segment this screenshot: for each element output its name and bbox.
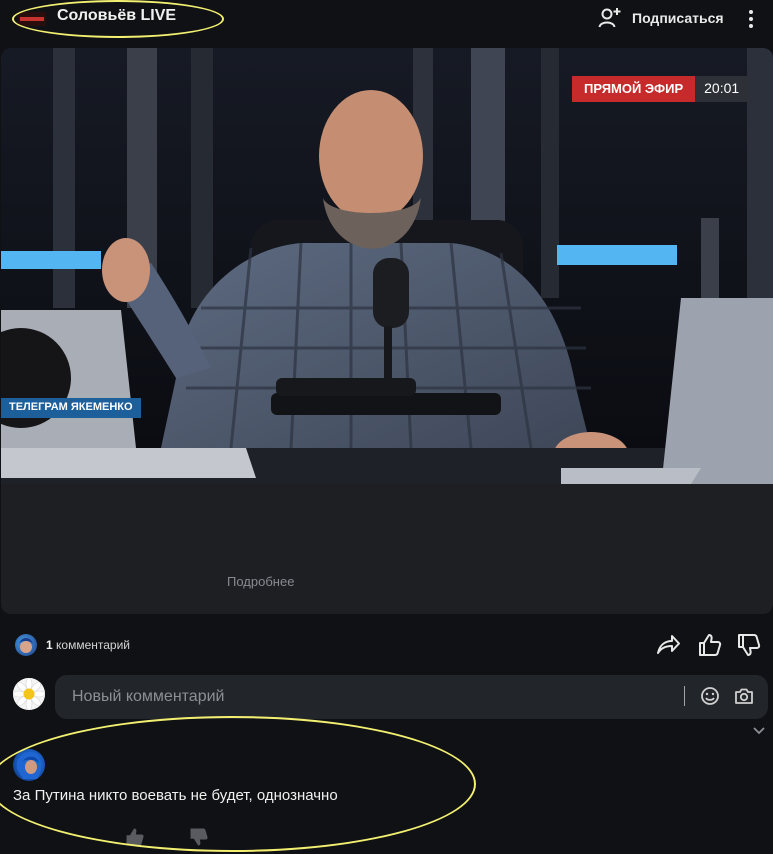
current-user-avatar[interactable]	[13, 678, 45, 710]
input-divider	[684, 686, 685, 706]
video-card: ПРЯМОЙ ЭФИР 20:01 ТЕЛЕГРАМ ЯКЕМЕНКО Подр…	[1, 48, 773, 614]
chevron-down-icon[interactable]	[752, 726, 766, 736]
live-time: 20:01	[695, 76, 749, 102]
action-row: 1 комментарий	[0, 630, 773, 662]
avatar-image	[19, 638, 33, 653]
camera-icon[interactable]	[734, 686, 754, 706]
live-badge: ПРЯМОЙ ЭФИР 20:01	[572, 76, 749, 102]
annotation-ellipse-channel	[12, 0, 224, 38]
video-player[interactable]: ПРЯМОЙ ЭФИР 20:01 ТЕЛЕГРАМ ЯКЕМЕНКО	[1, 48, 773, 484]
comments-count-number: 1	[46, 638, 53, 652]
more-link[interactable]: Подробнее	[227, 574, 294, 589]
commenter-avatar	[15, 634, 37, 656]
new-comment-input[interactable]	[55, 675, 768, 719]
add-user-icon	[598, 8, 621, 28]
subscribe-button[interactable]: Подписаться	[598, 7, 724, 29]
live-label: ПРЯМОЙ ЭФИР	[572, 76, 696, 102]
like-icon[interactable]	[697, 632, 723, 658]
share-icon[interactable]	[655, 632, 681, 658]
video-ticker: ТЕЛЕГРАМ ЯКЕМЕНКО	[1, 398, 141, 418]
daisy-icon	[13, 678, 45, 710]
video-frame	[1, 48, 773, 484]
more-options-icon[interactable]	[744, 9, 758, 29]
comments-count[interactable]: 1 комментарий	[46, 638, 130, 652]
annotation-ellipse-comment	[0, 716, 476, 852]
dislike-icon[interactable]	[736, 632, 762, 658]
comments-count-label: комментарий	[56, 638, 131, 652]
subscribe-label: Подписаться	[632, 10, 724, 26]
emoji-icon[interactable]	[700, 686, 720, 706]
